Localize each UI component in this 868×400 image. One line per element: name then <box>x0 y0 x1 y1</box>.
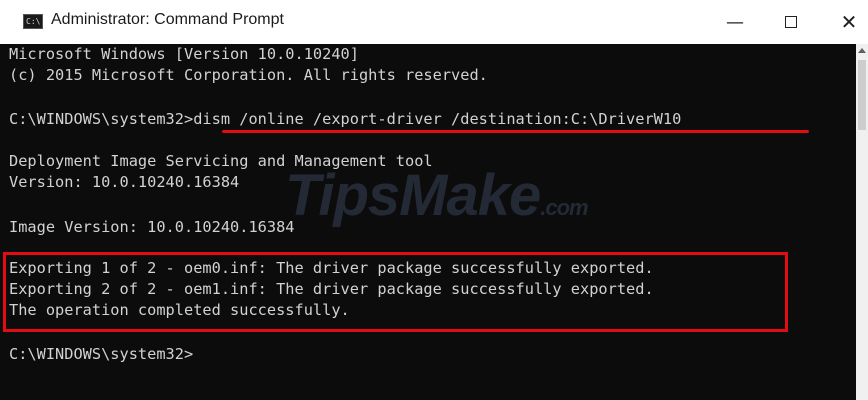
minimize-button[interactable]: — <box>712 0 758 44</box>
console-line: Deployment Image Servicing and Managemen… <box>9 152 433 170</box>
console-line: Version: 10.0.10240.16384 <box>9 173 240 191</box>
minimize-icon: — <box>726 11 744 33</box>
close-button[interactable]: ✕ <box>826 0 868 44</box>
command-line: C:\WINDOWS\system32>dism /online /export… <box>9 110 682 128</box>
window-title: Administrator: Command Prompt <box>51 11 284 28</box>
maximize-button[interactable] <box>768 0 814 44</box>
console-line: (c) 2015 Microsoft Corporation. All righ… <box>9 66 488 84</box>
cmd-icon[interactable]: C:\ <box>23 14 43 29</box>
vertical-scrollbar[interactable] <box>856 44 868 400</box>
result-highlight-box <box>3 252 788 332</box>
scroll-up-arrow-icon[interactable] <box>858 48 866 53</box>
console-line: Image Version: 10.0.10240.16384 <box>9 218 295 236</box>
cmd-icon-label: C:\ <box>26 17 41 26</box>
console-output[interactable]: Microsoft Windows [Version 10.0.10240] (… <box>0 44 856 400</box>
scroll-thumb[interactable] <box>858 60 866 130</box>
command-prompt-window: C:\ Administrator: Command Prompt — ✕ Mi… <box>0 0 868 400</box>
title-bar[interactable]: C:\ Administrator: Command Prompt — ✕ <box>0 0 868 44</box>
watermark-text: TipsMake <box>285 163 541 228</box>
console-line: Microsoft Windows [Version 10.0.10240] <box>9 45 359 63</box>
close-icon: ✕ <box>840 10 858 34</box>
command-underline-annotation <box>222 130 809 133</box>
maximize-icon <box>785 16 797 28</box>
watermark: TipsMake.com <box>285 162 589 229</box>
watermark-suffix: .com <box>540 195 588 220</box>
prompt-line[interactable]: C:\WINDOWS\system32> <box>9 344 193 364</box>
